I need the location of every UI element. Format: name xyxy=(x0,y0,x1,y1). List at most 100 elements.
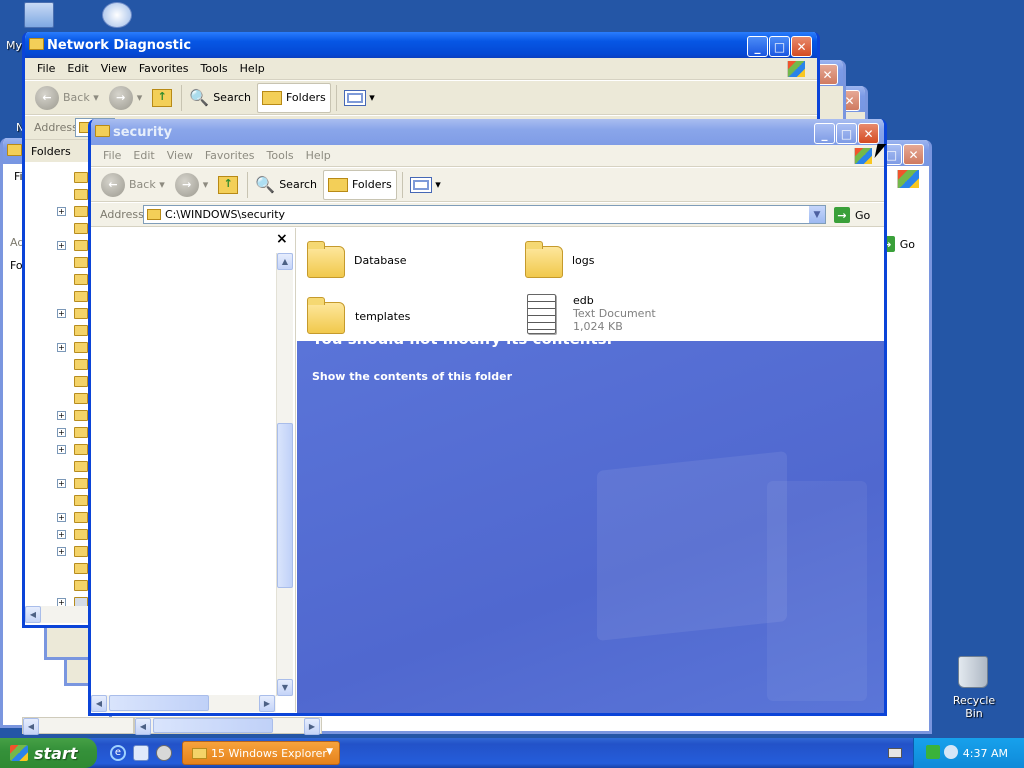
tree-folder-icon[interactable] xyxy=(74,512,88,523)
expand-icon[interactable]: + xyxy=(57,207,66,216)
views-button[interactable]: ▾ xyxy=(340,83,379,113)
scroll-right-button[interactable]: ▶ xyxy=(304,718,320,735)
folder-item-templates[interactable]: templates xyxy=(307,297,507,338)
tree-folder-icon[interactable] xyxy=(74,529,88,540)
menu-favorites[interactable]: Favorites xyxy=(133,62,195,75)
background-window-scrollbar[interactable]: ◀ xyxy=(22,717,134,735)
views-button[interactable]: ▾ xyxy=(406,170,445,200)
tree-folder-icon[interactable] xyxy=(74,580,88,591)
maximize-button[interactable]: □ xyxy=(836,123,857,144)
tree-folder-icon[interactable] xyxy=(74,240,88,251)
menu-file[interactable]: File xyxy=(97,149,127,162)
forward-button[interactable]: → ▾ xyxy=(105,83,147,113)
folders-button[interactable]: Folders xyxy=(323,169,397,200)
tree-vertical-scrollbar[interactable]: ▲ ▼ xyxy=(276,253,293,696)
expand-icon[interactable]: + xyxy=(57,445,66,454)
horizontal-scrollbar[interactable]: ◀ xyxy=(25,606,95,623)
tree-folder-icon[interactable] xyxy=(74,206,88,217)
tree-folder-icon[interactable] xyxy=(74,189,88,200)
close-button[interactable]: ✕ xyxy=(858,123,879,144)
close-button[interactable]: ✕ xyxy=(817,64,838,85)
recycle-bin-icon[interactable] xyxy=(958,656,988,688)
tree-folder-icon[interactable] xyxy=(74,291,88,302)
up-button[interactable]: ↑ xyxy=(214,170,242,200)
tree-folder-icon[interactable] xyxy=(74,478,88,489)
scroll-left-button[interactable]: ◀ xyxy=(25,606,41,623)
network-tray-icon[interactable] xyxy=(926,745,940,759)
expand-icon[interactable]: + xyxy=(57,428,66,437)
titlebar[interactable]: security xyxy=(91,119,884,145)
minimize-button[interactable]: _ xyxy=(747,36,768,57)
maximize-button[interactable]: □ xyxy=(769,36,790,57)
forward-button[interactable]: → ▾ xyxy=(171,170,213,200)
scroll-thumb[interactable] xyxy=(109,695,209,711)
expand-icon[interactable]: + xyxy=(57,530,66,539)
up-button[interactable]: ↑ xyxy=(148,83,176,113)
tree-folder-icon[interactable] xyxy=(74,427,88,438)
scroll-left-button[interactable]: ◀ xyxy=(135,718,151,735)
menu-tools[interactable]: Tools xyxy=(261,149,300,162)
tree-folder-icon[interactable] xyxy=(74,495,88,506)
show-contents-link[interactable]: Show the contents of this folder xyxy=(312,370,512,383)
menu-tools[interactable]: Tools xyxy=(195,62,234,75)
tree-folder-icon[interactable] xyxy=(74,410,88,421)
tree-folder-icon[interactable] xyxy=(74,308,88,319)
minimize-button[interactable]: _ xyxy=(814,123,835,144)
start-button[interactable]: start xyxy=(0,738,97,768)
menu-file[interactable]: File xyxy=(31,62,61,75)
security-window[interactable]: security _ □ ✕ File Edit View Favorites … xyxy=(88,119,887,716)
expand-icon[interactable]: + xyxy=(57,513,66,522)
quick-launch-ie-icon[interactable]: e xyxy=(110,745,126,761)
back-button[interactable]: ← Back ▾ xyxy=(97,170,169,200)
scroll-right-button[interactable]: ▶ xyxy=(259,695,275,712)
scroll-down-button[interactable]: ▼ xyxy=(277,679,293,696)
menu-view[interactable]: View xyxy=(95,62,133,75)
quick-launch-media-player-icon[interactable] xyxy=(156,745,172,761)
tree-folder-icon[interactable] xyxy=(74,342,88,353)
keyboard-icon[interactable] xyxy=(888,748,902,758)
file-item-edb[interactable]: edb Text Document 1,024 KB xyxy=(527,292,727,338)
close-button[interactable]: ✕ xyxy=(791,36,812,57)
scroll-up-button[interactable]: ▲ xyxy=(277,253,293,270)
tree-folder-icon[interactable] xyxy=(74,563,88,574)
folder-item-logs[interactable]: logs xyxy=(525,241,725,282)
my-computer-icon[interactable] xyxy=(24,2,54,28)
tree-folder-icon[interactable] xyxy=(74,376,88,387)
menu-edit[interactable]: Edit xyxy=(61,62,94,75)
tree-folder-icon[interactable] xyxy=(74,172,88,183)
recycle-bin-label[interactable]: Recycle Bin xyxy=(944,694,1004,720)
folder-item-database[interactable]: Database xyxy=(307,241,507,282)
scroll-thumb[interactable] xyxy=(153,718,273,733)
tree-horizontal-scrollbar[interactable]: ◀ ▶ xyxy=(91,695,276,712)
search-button[interactable]: 🔍 Search xyxy=(185,83,255,113)
expand-icon[interactable]: + xyxy=(57,241,66,250)
tree-folder-icon[interactable] xyxy=(74,393,88,404)
tree-folder-icon[interactable] xyxy=(74,546,88,557)
search-button[interactable]: 🔍 Search xyxy=(251,170,321,200)
tree-folder-icon[interactable] xyxy=(74,359,88,370)
expand-icon[interactable]: + xyxy=(57,411,66,420)
close-button[interactable]: ✕ xyxy=(903,144,924,165)
menu-edit[interactable]: Edit xyxy=(127,149,160,162)
taskbar-group-windows-explorer[interactable]: 15 Windows Explorer ▼ xyxy=(182,741,340,765)
back-button[interactable]: ← Back ▾ xyxy=(31,83,103,113)
background-window-scrollbar-2[interactable]: ◀ ▶ xyxy=(134,717,322,735)
scroll-left-button[interactable]: ◀ xyxy=(91,695,107,712)
tree-folder-icon[interactable] xyxy=(74,223,88,234)
scroll-thumb[interactable] xyxy=(277,423,293,588)
tree-folder-icon[interactable] xyxy=(74,274,88,285)
tree-folder-icon[interactable] xyxy=(74,461,88,472)
menu-favorites[interactable]: Favorites xyxy=(199,149,261,162)
volume-tray-icon[interactable] xyxy=(944,745,958,759)
clock[interactable]: 4:37 AM xyxy=(963,747,1008,760)
address-input[interactable]: C:\WINDOWS\security ▼ xyxy=(143,205,826,224)
expand-icon[interactable]: + xyxy=(57,479,66,488)
quick-launch-outlook-icon[interactable] xyxy=(133,745,149,761)
expand-icon[interactable]: + xyxy=(57,547,66,556)
address-dropdown-button[interactable]: ▼ xyxy=(808,206,825,223)
tree-folder-icon[interactable] xyxy=(74,444,88,455)
expand-icon[interactable]: + xyxy=(57,309,66,318)
folders-pane-close-button[interactable]: × xyxy=(276,231,288,247)
tree-folder-icon[interactable] xyxy=(74,257,88,268)
titlebar[interactable]: Network Diagnostic xyxy=(25,32,817,58)
